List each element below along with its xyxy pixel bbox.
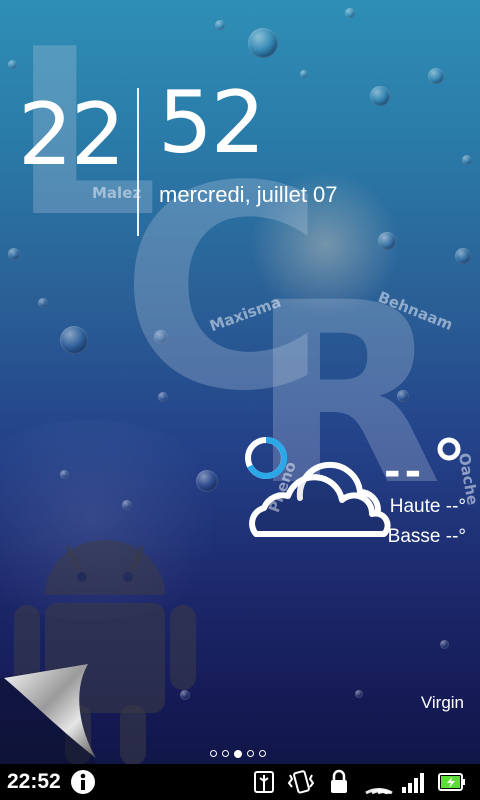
wifi-icon xyxy=(365,788,393,795)
lock-icon xyxy=(331,769,347,793)
cloud-icon xyxy=(249,461,391,537)
carrier-label: Virgin xyxy=(420,693,464,712)
clock-date[interactable]: mercredi, juillet 07 xyxy=(159,182,338,208)
water-bubble xyxy=(38,298,48,308)
water-bubble xyxy=(345,8,355,18)
watermark-name: Malez xyxy=(92,184,142,202)
water-bubble xyxy=(428,68,444,84)
page-dot[interactable] xyxy=(222,750,229,757)
degree-icon xyxy=(437,437,461,461)
weather-temperature: -- xyxy=(384,452,425,492)
weather-high: Haute --° xyxy=(389,496,466,517)
water-bubble xyxy=(440,640,449,649)
water-bubble xyxy=(300,70,308,78)
water-bubble xyxy=(370,86,390,106)
weather-widget[interactable]: -- Haute --° Basse --° xyxy=(240,430,480,560)
page-curl-handle[interactable] xyxy=(0,660,110,764)
water-bubble xyxy=(215,20,225,30)
temperature-value: -- xyxy=(384,449,426,495)
vibrate-icon xyxy=(287,770,315,794)
water-bubble xyxy=(248,28,278,58)
signal-icon xyxy=(402,773,424,793)
water-bubble xyxy=(455,248,471,264)
status-bar[interactable]: 22:52 xyxy=(0,764,480,800)
water-bubble xyxy=(196,470,218,492)
battery-charging-icon xyxy=(438,773,465,791)
water-bubble xyxy=(355,690,363,698)
clock-divider xyxy=(137,88,139,236)
water-bubble xyxy=(462,155,472,165)
water-bubble xyxy=(60,470,69,479)
home-screen: L C R Malez Maxisma Behnaam Pheno Oache … xyxy=(0,0,480,800)
status-time: 22:52 xyxy=(7,770,61,793)
water-bubble xyxy=(60,326,88,354)
page-indicator[interactable] xyxy=(210,743,271,758)
water-bubble xyxy=(122,500,132,510)
water-bubble xyxy=(378,232,396,250)
clock-hours[interactable]: 22 xyxy=(18,92,125,178)
page-dot-active[interactable] xyxy=(234,749,242,758)
weather-low: Basse --° xyxy=(387,526,466,547)
usb-debug-icon xyxy=(254,771,274,793)
info-icon xyxy=(71,770,95,794)
page-dot[interactable] xyxy=(247,750,254,757)
page-dot[interactable] xyxy=(210,750,217,757)
page-dot[interactable] xyxy=(259,750,266,757)
clock-minutes[interactable]: 52 xyxy=(158,80,265,166)
